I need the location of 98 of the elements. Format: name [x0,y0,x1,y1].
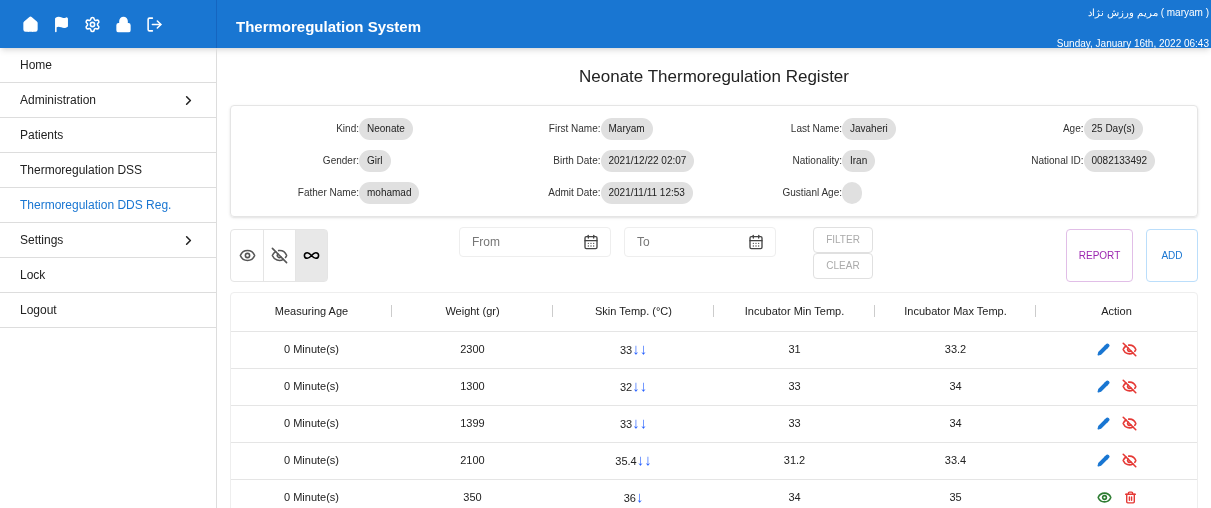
edit-button[interactable] [1096,453,1110,468]
hide-button[interactable] [1121,453,1137,468]
field-label: Father Name: [296,186,359,200]
table-cell-text: 34 [948,416,963,432]
hide-button[interactable] [1121,416,1137,431]
column-header: Action [1101,304,1132,320]
settings-icon[interactable] [83,15,101,33]
calendar-icon [583,233,599,250]
table-cell-text: 31.2 [782,453,807,469]
calendar-icon [748,233,764,250]
field-label: Kind: [335,122,359,136]
app-title: Thermoregulation System [235,17,422,37]
trash-icon [1123,491,1137,504]
field-value-chip: Girl [359,149,391,172]
from-date-field[interactable]: From [459,226,611,257]
table-cell-text: 1300 [459,379,486,395]
sidebar-item[interactable]: Thermoregulation DSS [0,153,216,188]
column-header: Incubator Min Temp. [744,304,845,320]
eye-off-icon [1121,342,1137,357]
pencil-icon [1096,417,1110,430]
table-cell-text: 33↓↓ [618,339,649,360]
sidebar-item[interactable]: Administration [0,83,216,118]
field-value-chip: Maryam [600,117,653,140]
table-cell-text: 0 Minute(s) [283,490,340,506]
field-label: Birth Date: [552,154,601,168]
table-cell-text: 35.4↓↓ [614,450,653,471]
show-button[interactable] [1096,490,1112,505]
delete-button[interactable] [1123,490,1137,505]
field-value-chip: 2021/11/11 12:53 [600,181,693,204]
field-value-chip [842,181,862,204]
field-label: Gustianl Age: [781,186,842,200]
table-cell-text: 33 [787,379,802,395]
field-label: Admit Date: [547,186,601,200]
field-label: National ID: [1030,154,1084,168]
table-cell-text: 34 [948,379,963,395]
field-value-chip: Javaheri [842,117,896,140]
hide-button[interactable] [1121,379,1137,394]
table-cell-text: 2300 [459,342,486,358]
table-cell-text: 36↓ [622,487,645,508]
eye-off-icon [1121,416,1137,431]
sidebar-item[interactable]: Thermoregulation DDS Reg. [0,188,216,223]
flag-icon[interactable] [52,15,70,33]
edit-button[interactable] [1096,379,1110,394]
pencil-icon [1096,380,1110,393]
sidebar-item[interactable]: Patients [0,118,216,153]
table-cell-text: 0 Minute(s) [283,379,340,395]
user-name: مریم ورزش نژاد ( maryam ) [1088,6,1209,20]
table-cell-text: 350 [462,490,483,506]
table-cell-text: 34 [787,490,802,506]
table-cell-text: 0 Minute(s) [283,453,340,469]
table-cell-text: 31 [787,342,802,358]
date-time: Sunday, January 16th, 2022 06:43 [1056,37,1209,51]
field-value-chip: mohamad [359,181,420,204]
eye-icon [1096,490,1112,505]
sidebar-item[interactable]: Settings [0,223,216,258]
eye-off-icon [1121,453,1137,468]
field-label: Gender: [321,154,359,168]
hide-button[interactable] [1121,342,1137,357]
field-label: Age: [1061,122,1084,136]
report-button[interactable]: REPORT [1066,228,1133,282]
table-cell-text: 33↓↓ [618,413,649,434]
home-icon[interactable] [21,15,39,33]
table-cell-text: 33.2 [943,342,968,358]
column-header: Weight (gr) [445,304,500,320]
field-label: First Name: [547,122,601,136]
logout-icon[interactable] [145,15,163,33]
edit-button[interactable] [1096,416,1110,431]
field-value-chip: 25 Day(s) [1083,117,1143,140]
page-title: Neonate Thermoregulation Register [578,66,850,88]
field-value-chip: Iran [842,149,876,172]
table-cell-text: 33.4 [943,453,968,469]
table-cell-text: 1399 [459,416,486,432]
table-cell-text: 0 Minute(s) [283,342,340,358]
field-value-chip: Neonate [359,117,413,140]
lock-icon[interactable] [114,15,132,33]
eye-off-icon [271,246,288,264]
field-label: Nationality: [791,154,842,168]
pencil-icon [1096,454,1110,467]
view-toggle[interactable] [295,229,327,281]
sidebar-item[interactable]: Lock [0,258,216,293]
table-cell-text: 32↓↓ [618,376,649,397]
column-header: Skin Temp. (°C) [595,304,672,320]
sidebar-item[interactable]: Logout [0,293,216,328]
column-header: Measuring Age [274,304,349,320]
add-button[interactable]: ADD [1146,228,1198,282]
to-date-field[interactable]: To [624,226,776,257]
field-value-chip: 0082133492 [1083,149,1156,172]
table-cell-text: 0 Minute(s) [283,416,340,432]
edit-button[interactable] [1096,342,1110,357]
table-cell-text: 2100 [459,453,486,469]
pencil-icon [1096,343,1110,356]
eye-off-icon [1121,379,1137,394]
table-cell-text: 35 [948,490,963,506]
table-cell-text: 33 [787,416,802,432]
field-value-chip: 2021/12/22 02:07 [600,149,695,172]
field-label: Last Name: [789,122,842,136]
column-header: Incubator Max Temp. [904,304,1007,320]
sidebar-item[interactable]: Home [0,48,216,83]
